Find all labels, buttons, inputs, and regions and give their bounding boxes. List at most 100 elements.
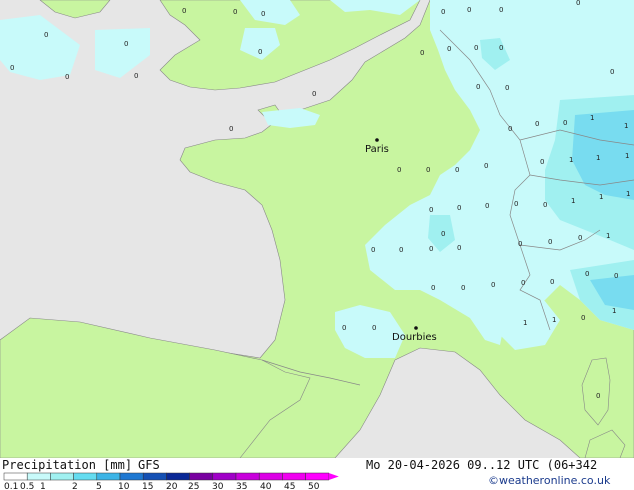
scale-arrow bbox=[328, 473, 339, 480]
grid-value: 0 bbox=[614, 272, 618, 280]
scale-swatch bbox=[258, 472, 283, 481]
grid-value: 1 bbox=[571, 197, 575, 205]
grid-value: 0 bbox=[342, 324, 346, 332]
grid-value: 0 bbox=[429, 206, 433, 214]
scale-label: 20 bbox=[166, 482, 178, 490]
scale-label: 35 bbox=[236, 482, 247, 490]
grid-value: 0 bbox=[258, 48, 262, 56]
grid-value: 0 bbox=[508, 125, 512, 133]
grid-value: 1 bbox=[625, 152, 629, 160]
scale-swatch bbox=[305, 472, 330, 481]
city-label-dourbies: Dourbies bbox=[392, 332, 437, 343]
scale-swatch bbox=[189, 472, 214, 481]
grid-value: 0 bbox=[485, 202, 489, 210]
color-scale: 0.1 0.5 1 2 5 10 15 20 25 30 35 40 45 50 bbox=[3, 472, 339, 490]
scale-swatch bbox=[166, 472, 190, 481]
scale-label: 30 bbox=[212, 482, 224, 490]
precipitation-map: Paris Dourbies 0 0 0 0 0 0 0 0 0 0 0 0 0 0 0 0 0 0 0 0 0 0 0 1 1… bbox=[0, 0, 634, 458]
scale-label: 50 bbox=[308, 482, 320, 490]
scale-swatch bbox=[50, 472, 74, 481]
grid-value: 1 bbox=[552, 316, 556, 324]
scale-swatch bbox=[235, 472, 260, 481]
grid-value: 0 bbox=[491, 281, 495, 289]
grid-value: 0 bbox=[499, 44, 503, 52]
grid-value: 1 bbox=[606, 232, 610, 240]
grid-value: 0 bbox=[476, 83, 480, 91]
grid-value: 0 bbox=[134, 72, 138, 80]
grid-value: 0 bbox=[65, 73, 69, 81]
timestamp: Mo 20-04-2026 09..12 UTC (06+342 bbox=[366, 458, 598, 472]
grid-value: 0 bbox=[505, 84, 509, 92]
scale-swatch bbox=[3, 472, 28, 481]
grid-value: 0 bbox=[420, 49, 424, 57]
grid-value: 0 bbox=[581, 314, 585, 322]
scale-label: 40 bbox=[260, 482, 272, 490]
grid-value: 0 bbox=[397, 166, 401, 174]
grid-value: 0 bbox=[372, 324, 376, 332]
grid-value: 0 bbox=[44, 31, 48, 39]
grid-value: 1 bbox=[612, 307, 616, 315]
grid-value: 0 bbox=[441, 8, 445, 16]
scale-swatch bbox=[142, 472, 167, 481]
grid-value: 0 bbox=[431, 284, 435, 292]
grid-value: 0 bbox=[124, 40, 128, 48]
grid-value: 0 bbox=[399, 246, 403, 254]
scale-swatch bbox=[96, 472, 121, 481]
grid-value: 1 bbox=[569, 156, 573, 164]
grid-value: 1 bbox=[626, 190, 630, 198]
grid-value: 0 bbox=[447, 45, 451, 53]
grid-value: 0 bbox=[426, 166, 430, 174]
grid-value: 1 bbox=[523, 319, 527, 327]
scale-label: 0.1 bbox=[4, 482, 18, 490]
grid-value: 0 bbox=[543, 201, 547, 209]
grid-value: 0 bbox=[535, 120, 539, 128]
grid-value: 0 bbox=[576, 0, 580, 7]
grid-value: 0 bbox=[441, 230, 445, 238]
legend-footer: Precipitation [mm] GFS Mo 20-04-2026 09.… bbox=[0, 458, 634, 490]
scale-label: 5 bbox=[96, 482, 102, 490]
grid-value: 0 bbox=[467, 6, 471, 14]
grid-value: 1 bbox=[599, 193, 603, 201]
grid-value: 0 bbox=[518, 240, 522, 248]
grid-value: 0 bbox=[578, 234, 582, 242]
grid-value: 0 bbox=[457, 244, 461, 252]
grid-value: 0 bbox=[10, 64, 14, 72]
grid-value: 0 bbox=[474, 44, 478, 52]
grid-value: 0 bbox=[484, 162, 488, 170]
grid-value: 0 bbox=[229, 125, 233, 133]
city-label-paris: Paris bbox=[365, 144, 389, 155]
grid-value: 0 bbox=[563, 119, 567, 127]
grid-value: 0 bbox=[514, 200, 518, 208]
grid-value: 0 bbox=[371, 246, 375, 254]
grid-value: 0 bbox=[312, 90, 316, 98]
grid-value: 0 bbox=[548, 238, 552, 246]
grid-value: 1 bbox=[596, 154, 600, 162]
credit: ©weatheronline.co.uk bbox=[488, 474, 611, 487]
grid-value: 0 bbox=[610, 68, 614, 76]
scale-label: 2 bbox=[72, 482, 78, 490]
city-marker bbox=[414, 326, 418, 330]
scale-label: 25 bbox=[188, 482, 199, 490]
grid-value: 0 bbox=[429, 245, 433, 253]
scale-swatch bbox=[212, 472, 237, 481]
grid-value: 0 bbox=[457, 204, 461, 212]
grid-value: 0 bbox=[461, 284, 465, 292]
grid-value: 0 bbox=[540, 158, 544, 166]
grid-value: 0 bbox=[585, 270, 589, 278]
scale-swatch bbox=[26, 472, 51, 481]
city-marker bbox=[375, 138, 379, 142]
grid-value: 0 bbox=[596, 392, 600, 400]
grid-value: 0 bbox=[550, 278, 554, 286]
grid-value: 0 bbox=[182, 7, 186, 15]
scale-swatch bbox=[282, 472, 306, 481]
scale-swatch bbox=[73, 472, 98, 481]
scale-label: 45 bbox=[284, 482, 295, 490]
scale-label: 1 bbox=[40, 482, 46, 490]
grid-value: 0 bbox=[233, 8, 237, 16]
grid-value: 0 bbox=[499, 6, 503, 14]
grid-value: 1 bbox=[624, 122, 628, 130]
scale-label: 15 bbox=[142, 482, 153, 490]
scale-label: 10 bbox=[118, 482, 130, 490]
scale-label: 0.5 bbox=[20, 482, 34, 490]
grid-value: 1 bbox=[590, 114, 594, 122]
